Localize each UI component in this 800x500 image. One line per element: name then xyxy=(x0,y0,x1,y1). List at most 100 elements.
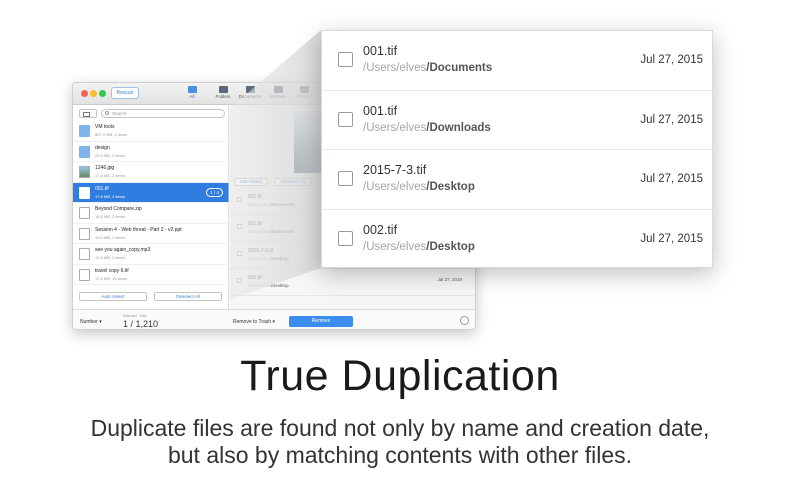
checkbox[interactable] xyxy=(338,52,353,67)
document-icon xyxy=(245,86,255,93)
photo-icon xyxy=(299,86,309,93)
list-item[interactable]: 1246.jpg 17.8 MB, 2 items xyxy=(73,162,229,183)
list-item[interactable]: Beyond Compare.zip 16.5 MB, 2 items xyxy=(73,203,229,224)
item-name: travel copy 6.tif xyxy=(95,267,129,274)
item-meta: 16.5 MB, 2 items xyxy=(95,214,126,219)
audio-icon xyxy=(79,248,90,260)
duplicate-date: Jul 27, 2015 xyxy=(437,277,462,282)
duplicate-name: 001.tif xyxy=(248,194,262,200)
zoom-duplicate-row[interactable]: 002.tif /Users/elves/Desktop Jul 27, 201… xyxy=(322,210,714,270)
auto-select-button[interactable]: Auto Select xyxy=(79,292,147,301)
duplicate-name: 002.tif xyxy=(248,275,262,281)
sidebar-buttons: Auto Select Deselect All xyxy=(79,292,223,302)
duplicate-path: /Users/elves/Desktop xyxy=(248,256,289,261)
minimize-window-button[interactable] xyxy=(90,90,97,97)
sort-dropdown[interactable]: Number ▾ xyxy=(80,319,102,325)
chevron-down-icon: ▾ xyxy=(272,319,275,325)
zoom-duplicate-row[interactable]: 2015-7-3.tif /Users/elves/Desktop Jul 27… xyxy=(322,150,714,210)
detail-deselect-all-button[interactable]: Deselect All xyxy=(274,178,312,186)
search-row: Search xyxy=(79,109,225,119)
path-prefix: /Users/elves xyxy=(248,256,272,261)
chevron-down-icon: ▾ xyxy=(99,319,102,325)
folder-icon xyxy=(79,125,90,137)
tab-label: Archives xyxy=(269,94,287,99)
selection-counter: Selected Total 1 / 1,210 xyxy=(123,314,158,329)
checkbox[interactable] xyxy=(338,111,353,127)
detail-auto-select-button[interactable]: Auto Select xyxy=(234,178,268,186)
duplicate-name: 002.tif xyxy=(363,222,398,237)
path-prefix: /Users/elves xyxy=(363,62,427,74)
duplicate-group-list: VM tools 867.9 MB, 2 items design 23.3 MB,… xyxy=(73,121,229,285)
checkbox[interactable] xyxy=(237,224,242,229)
preview-image xyxy=(294,111,324,173)
duplicate-path: /Users/elves/Desktop xyxy=(363,181,475,193)
tab-photos[interactable]: Photos xyxy=(289,86,319,99)
path-folder: /Documents xyxy=(426,62,493,74)
selection-count-badge: 1 / 4 xyxy=(206,187,223,197)
path-prefix: /Users/elves xyxy=(363,181,427,193)
zoom-window-button[interactable] xyxy=(99,90,106,97)
list-item[interactable]: VM tools 867.9 MB, 2 items xyxy=(73,121,229,142)
smiley-icon[interactable] xyxy=(460,316,469,325)
path-prefix: /Users/elves xyxy=(248,283,272,288)
folder-icon xyxy=(79,145,90,158)
tab-all[interactable]: All xyxy=(177,86,207,99)
path-folder: /Downloads xyxy=(271,229,295,234)
item-name: 001.tif xyxy=(95,185,109,192)
zoom-duplicate-row[interactable]: 001.tif /Users/elves/Downloads Jul 27, 2… xyxy=(322,91,714,150)
tab-label: Folders xyxy=(215,94,231,99)
path-prefix: /Users/elves xyxy=(363,240,427,253)
search-placeholder: Search xyxy=(112,111,127,116)
duplicate-name: 001.tif xyxy=(363,103,398,118)
duplicate-name: 001.tif xyxy=(363,44,398,58)
total-label: Total xyxy=(139,314,147,318)
image-icon xyxy=(79,166,90,178)
duplicate-date: Jul 27, 2015 xyxy=(640,232,703,245)
item-name: VM tools xyxy=(95,124,115,130)
description-line-1: Duplicate files are found not only by na… xyxy=(90,415,710,441)
remove-button[interactable]: Remove xyxy=(289,316,353,327)
checkbox[interactable] xyxy=(338,230,353,246)
item-name: see you again_copy.mp3 xyxy=(95,247,151,253)
list-item-selected[interactable]: 001.tif 17.8 MB, 4 items 1 / 4 xyxy=(73,182,229,203)
description-line-2: but also by matching contents with other… xyxy=(167,442,633,468)
tab-label: Photos xyxy=(296,94,311,99)
path-prefix: /Users/elves xyxy=(248,202,272,207)
duplicate-path: /Users/elves/Downloads xyxy=(363,122,491,134)
checkbox[interactable] xyxy=(237,278,242,283)
duplicate-path: /Users/elves/Documents xyxy=(248,202,295,207)
file-icon xyxy=(79,186,90,199)
path-prefix: /Users/elves xyxy=(363,121,427,134)
zoom-duplicate-row[interactable]: 001.tif /Users/elves/Documents Jul 27, 2… xyxy=(322,31,714,91)
tab-documents[interactable]: Documents xyxy=(235,86,265,99)
view-mode-button[interactable] xyxy=(79,109,97,118)
rescan-button[interactable]: Rescan xyxy=(111,87,139,99)
duplicate-row[interactable]: 002.tif/Users/elves/Desktop Jul 27, 2015 xyxy=(230,270,475,296)
tab-label: All xyxy=(189,94,195,99)
zip-icon xyxy=(79,207,90,219)
duplicate-path: /Users/elves/Documents xyxy=(363,62,492,74)
path-folder: /Desktop xyxy=(271,283,289,288)
tab-folders[interactable]: Folders xyxy=(208,86,238,99)
file-sidebar: Search VM tools 867.9 MB, 2 items design 2… xyxy=(73,105,229,329)
close-window-button[interactable] xyxy=(81,90,88,97)
path-prefix: /Users/elves xyxy=(248,229,272,234)
search-input[interactable]: Search xyxy=(101,109,225,118)
duplicate-path: /Users/elves/Desktop xyxy=(363,241,475,253)
list-item[interactable]: design 23.3 MB, 2 items xyxy=(73,142,229,162)
ppt-icon xyxy=(79,227,90,240)
checkbox[interactable] xyxy=(237,251,242,256)
selection-count: 1 / 1,210 xyxy=(123,319,159,329)
list-item[interactable]: see you again_copy.mp3 12.6 MB, 2 items xyxy=(73,244,229,265)
bottom-bar: Number ▾ Selected Total 1 / 1,210 Remove… xyxy=(73,309,475,329)
list-item[interactable]: Session 4 - Web threat - Part 2 - v2.ppt… xyxy=(73,224,229,244)
remove-action-dropdown[interactable]: Remove to Trash ▾ xyxy=(233,319,275,325)
duplicate-name: 2015-7-3.tif xyxy=(363,163,427,177)
item-meta: 23.3 MB, 2 items xyxy=(95,152,126,158)
item-meta: 17.8 MB, 4 items xyxy=(95,193,126,199)
checkbox[interactable] xyxy=(237,197,242,202)
deselect-all-button[interactable]: Deselect All xyxy=(154,292,222,301)
item-meta: 867.9 MB, 2 items xyxy=(95,132,128,137)
checkbox[interactable] xyxy=(338,171,353,186)
list-item[interactable]: travel copy 6.tif 17.5 MB, 15 items xyxy=(73,265,229,285)
